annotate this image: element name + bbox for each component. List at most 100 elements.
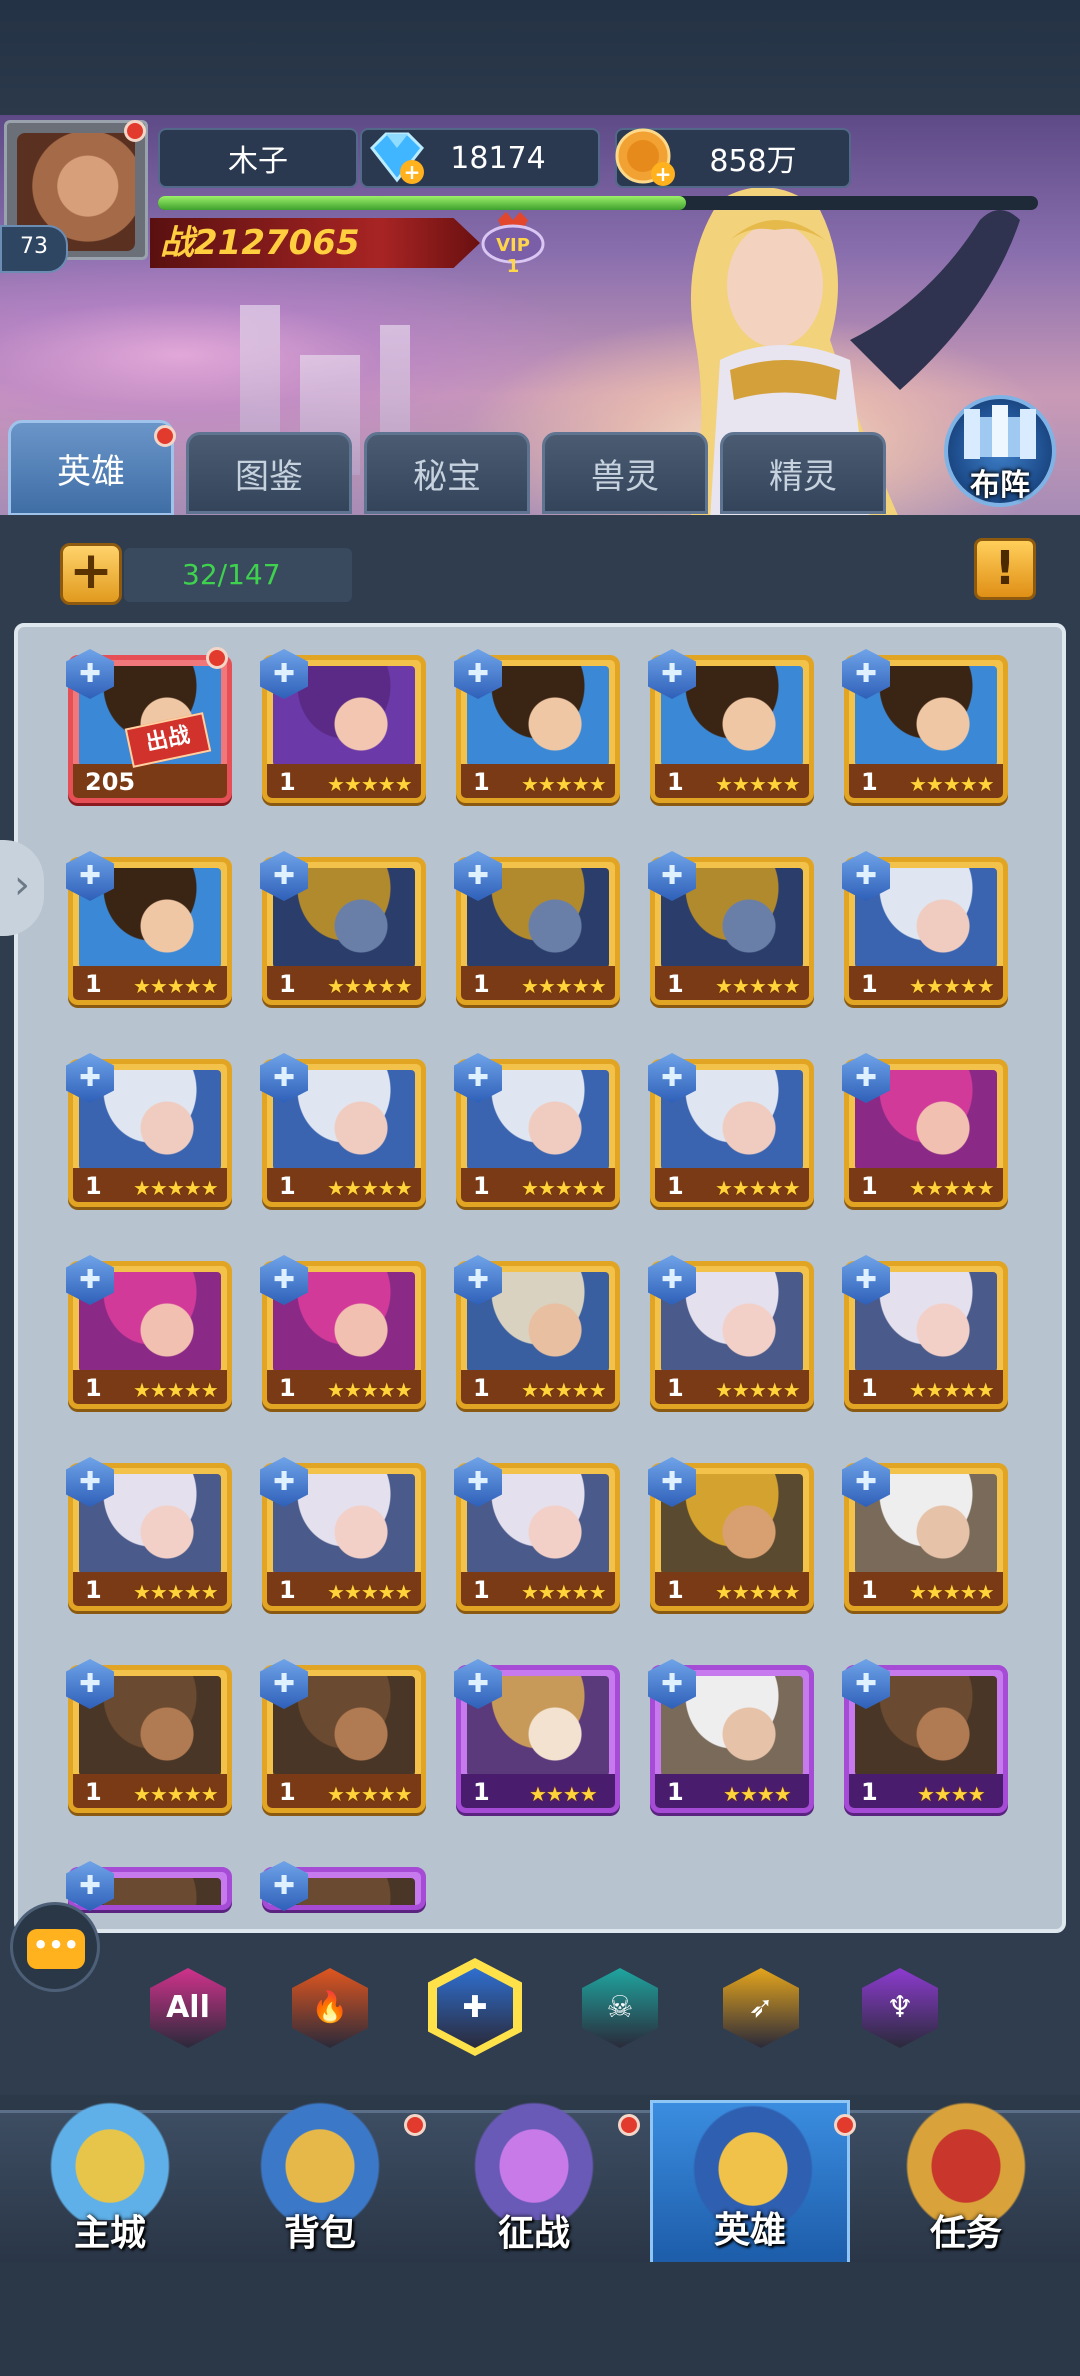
- hero-star-rating: ★★★★★: [715, 1378, 801, 1402]
- hero-star-rating: ★★★★★: [909, 1378, 995, 1402]
- hero-level: 1: [85, 970, 102, 998]
- filter-label: ➶: [748, 1990, 774, 2025]
- hero-level: 1: [279, 970, 296, 998]
- hero-level: 1: [667, 1374, 684, 1402]
- hero-level: 205: [85, 768, 136, 796]
- hero-star-rating: ★★★★★: [327, 1580, 413, 1604]
- hero-level: 1: [85, 1576, 102, 1604]
- nav-chest[interactable]: 背包: [220, 2100, 420, 2270]
- tab-heroes[interactable]: 英雄: [8, 420, 174, 516]
- hero-star-rating: ★★★★★: [133, 1378, 219, 1402]
- hero-level: 1: [279, 1778, 296, 1806]
- hero-level: 1: [861, 1172, 878, 1200]
- fire-faction-icon[interactable]: 🔥: [292, 1968, 368, 2048]
- hero-level: 1: [667, 1172, 684, 1200]
- player-level-badge: 73: [0, 225, 68, 273]
- info-button[interactable]: !: [974, 538, 1036, 600]
- hero-star-rating: ★★★★★: [521, 1580, 607, 1604]
- svg-text:+: +: [655, 162, 672, 186]
- hero-level: 1: [861, 768, 878, 796]
- hero-level: 1: [279, 1374, 296, 1402]
- filter-label: 🔥: [311, 1990, 349, 2025]
- hero-star-rating: ★★★★★: [133, 1580, 219, 1604]
- hero-level: 1: [667, 970, 684, 998]
- filter-label: ✚: [462, 1990, 488, 2025]
- hero-level: 1: [861, 970, 878, 998]
- nav-helmet[interactable]: 英雄: [650, 2100, 850, 2270]
- nav-portal[interactable]: 征战: [434, 2100, 634, 2270]
- exp-bar-fill: [158, 196, 686, 210]
- hero-level: 1: [473, 1172, 490, 1200]
- tab-beast-spirit[interactable]: 兽灵: [542, 432, 708, 514]
- hero-star-rating: ★★★★★: [133, 1176, 219, 1200]
- tab-treasure[interactable]: 秘宝: [364, 432, 530, 514]
- hero-level: 1: [85, 1374, 102, 1402]
- filter-label: ☠: [606, 1990, 634, 2025]
- bottom-safe-area: [0, 2262, 1080, 2376]
- tab-heroes-alert-dot: [154, 425, 176, 447]
- hero-star-rating: ★★★★★: [327, 1782, 413, 1806]
- vip-level: 1: [507, 256, 520, 276]
- status-area: [0, 0, 1080, 115]
- all-icon[interactable]: All: [150, 1968, 226, 2048]
- wing-faction-icon[interactable]: ➶: [723, 1968, 799, 2048]
- player-name[interactable]: 木子: [158, 128, 358, 188]
- hero-star-rating: ★★★★★: [327, 772, 413, 796]
- nav-alert-dot: [404, 2114, 426, 2136]
- chat-button[interactable]: •••: [10, 1902, 100, 1992]
- hero-level: 1: [473, 1576, 490, 1604]
- demon-faction-icon[interactable]: ♆: [862, 1968, 938, 2048]
- portal-icon: [472, 2100, 596, 2220]
- hero-level: 1: [473, 970, 490, 998]
- gem-amount: 18174: [450, 140, 546, 176]
- filter-label: ♆: [886, 1990, 914, 2025]
- nav-castle[interactable]: 主城: [10, 2100, 210, 2270]
- hero-level: 1: [473, 1778, 490, 1806]
- holy-faction-icon[interactable]: ✚: [437, 1968, 513, 2048]
- nav-label: 背包: [283, 2213, 356, 2254]
- hero-star-rating: ★★★★: [917, 1782, 986, 1806]
- nav-label: 英雄: [713, 2210, 786, 2251]
- hero-star-rating: ★★★★★: [909, 1176, 995, 1200]
- hero-star-rating: ★★★★★: [327, 1378, 413, 1402]
- chat-bubble-icon: •••: [27, 1929, 85, 1969]
- nav-alert-dot: [834, 2114, 856, 2136]
- hero-star-rating: ★★★★: [529, 1782, 598, 1806]
- svg-text:+: +: [404, 160, 421, 184]
- hero-star-rating: ★★★★★: [521, 1176, 607, 1200]
- chest-icon: [258, 2100, 382, 2220]
- combat-power-value: 战2127065: [160, 223, 360, 263]
- hero-alert-dot: [206, 647, 228, 669]
- hero-level: 1: [85, 1778, 102, 1806]
- hero-star-rating: ★★★★★: [909, 1580, 995, 1604]
- hero-star-rating: ★★★★★: [133, 974, 219, 998]
- hero-star-rating: ★★★★★: [909, 974, 995, 998]
- hero-star-rating: ★★★★★: [909, 772, 995, 796]
- formation-label: 布阵: [970, 468, 1030, 503]
- vip-badge[interactable]: VIP 1: [478, 210, 548, 276]
- hero-level: 1: [667, 768, 684, 796]
- tab-sprite[interactable]: 精灵: [720, 432, 886, 514]
- nav-label: 任务: [929, 2213, 1002, 2254]
- gold-coin-icon: +: [615, 128, 675, 186]
- hero-star-rating: ★★★★★: [327, 974, 413, 998]
- skull-faction-icon[interactable]: ☠: [582, 1968, 658, 2048]
- nav-scroll[interactable]: 任务: [866, 2100, 1066, 2270]
- hero-level: 1: [861, 1576, 878, 1604]
- gold-amount: 858万: [709, 144, 797, 179]
- castle-icon: [48, 2100, 172, 2220]
- tab-codex[interactable]: 图鉴: [186, 432, 352, 514]
- scroll-icon: [904, 2100, 1028, 2220]
- hero-star-rating: ★★★★★: [715, 1176, 801, 1200]
- hero-star-rating: ★★★★★: [715, 772, 801, 796]
- expand-capacity-button[interactable]: +: [60, 543, 122, 605]
- gold-counter: + 858万: [615, 128, 851, 188]
- hero-star-rating: ★★★★★: [715, 974, 801, 998]
- hero-level: 1: [667, 1576, 684, 1604]
- avatar-alert-dot: [124, 120, 146, 142]
- hero-star-rating: ★★★★★: [521, 772, 607, 796]
- hero-star-rating: ★★★★★: [133, 1782, 219, 1806]
- vip-label: VIP: [496, 235, 530, 256]
- hero-count: 32/147: [124, 548, 352, 602]
- hero-level: 1: [473, 768, 490, 796]
